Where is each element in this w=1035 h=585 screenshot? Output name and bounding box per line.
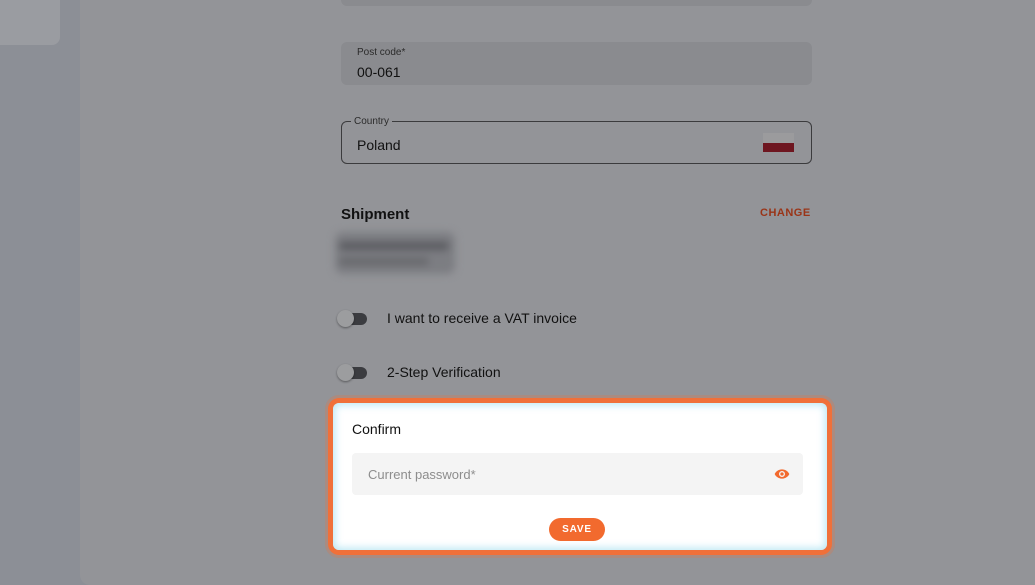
eye-icon[interactable]	[773, 466, 791, 482]
current-password-input[interactable]	[352, 453, 752, 495]
country-label: Country	[351, 116, 393, 127]
toggle-knob	[337, 310, 354, 327]
toggle-knob	[337, 364, 354, 381]
poland-flag-icon	[763, 133, 794, 152]
confirm-dialog: Confirm SAVE	[333, 403, 827, 550]
post-code-value[interactable]: 00-061	[357, 64, 401, 80]
post-code-label: Post code*	[357, 47, 406, 58]
confirm-title: Confirm	[352, 421, 402, 437]
current-password-field[interactable]	[352, 453, 803, 495]
two-step-verification-label: 2-Step Verification	[387, 364, 501, 380]
country-select[interactable]: Country Poland	[341, 116, 812, 164]
side-card	[0, 0, 60, 45]
change-shipment-button[interactable]: CHANGE	[760, 207, 811, 219]
address-field-partial[interactable]	[341, 0, 812, 6]
post-code-field[interactable]: Post code* 00-061	[341, 42, 812, 85]
vat-invoice-label: I want to receive a VAT invoice	[387, 310, 577, 326]
shipment-details-blurred	[335, 232, 455, 274]
country-value: Poland	[357, 137, 401, 153]
save-button[interactable]: SAVE	[549, 518, 605, 541]
shipment-title: Shipment	[341, 206, 410, 223]
